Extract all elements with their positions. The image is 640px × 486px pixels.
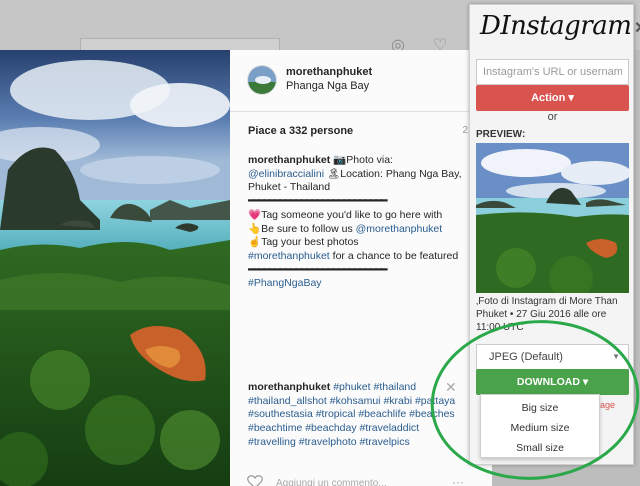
caption-tag-line: 💗Tag someone you'd like to go here with	[248, 208, 443, 221]
size-option-small[interactable]: Small size	[481, 438, 599, 458]
hashtag[interactable]: #beachtime	[248, 422, 302, 434]
hashtag[interactable]: #travelpics	[360, 436, 410, 448]
hashtag[interactable]: #krabi	[383, 395, 412, 407]
caption-best-photos: ☝Tag your best photos	[248, 236, 359, 249]
or-label: or	[547, 111, 558, 123]
hashtag[interactable]: #southestasia	[248, 408, 313, 420]
likes-count[interactable]: Piace a 332 persone	[248, 125, 353, 137]
delete-comment-icon[interactable]: ✕	[445, 379, 457, 396]
like-heart-icon[interactable]	[247, 475, 263, 486]
size-dropdown-menu: Big size Medium size Small size	[480, 394, 600, 458]
caption-follow-mention[interactable]: @morethanphuket	[356, 223, 443, 235]
post-panel: morethanphuket Phanga Nga Bay Piace a 33…	[230, 50, 492, 486]
image-link-text[interactable]: age	[600, 400, 615, 410]
size-option-medium[interactable]: Medium size	[481, 418, 599, 438]
format-select[interactable]: JPEG (Default) ▼	[476, 344, 629, 370]
hashtag[interactable]: #travelphoto	[299, 436, 357, 448]
preview-landscape	[476, 143, 629, 293]
hashtag[interactable]: #beachlife	[358, 408, 406, 420]
download-button[interactable]: DOWNLOAD ▾	[476, 369, 629, 395]
hashtag[interactable]: #thailand	[373, 381, 416, 393]
caption-photo-credit: 📷Photo via:	[333, 154, 393, 166]
hashtag[interactable]: #tropical	[316, 408, 356, 420]
hashtag[interactable]: #kohsamui	[330, 395, 381, 407]
bay-landscape-image	[0, 50, 230, 486]
dinstagram-logo: DInstagram	[480, 11, 632, 41]
format-select-value: JPEG (Default)	[489, 351, 563, 363]
hashtag[interactable]: #phuket	[333, 381, 370, 393]
size-option-big[interactable]: Big size	[481, 398, 599, 418]
chevron-down-icon: ▼	[612, 352, 620, 361]
avatar[interactable]	[247, 65, 277, 95]
post-header: morethanphuket Phanga Nga Bay	[230, 50, 492, 112]
caption-username[interactable]: morethanphuket	[248, 154, 330, 166]
preview-image	[476, 143, 629, 293]
post-photo	[0, 50, 230, 486]
caption-separator: ━━━━━━━━━━━━━━━━━━━━━━━━━━	[248, 195, 387, 208]
close-icon[interactable]: ✕	[634, 18, 640, 38]
hashtag[interactable]: #thailand_allshot	[248, 395, 327, 407]
action-button[interactable]: Action ▾	[476, 85, 629, 111]
post-username[interactable]: morethanphuket	[286, 66, 372, 78]
caption-hashtag-bay[interactable]: #PhangNgaBay	[248, 277, 322, 289]
add-comment-input[interactable]: Aggiungi un commento...	[276, 478, 387, 486]
caption-follow-text: 👆Be sure to follow us	[248, 222, 356, 235]
url-input[interactable]	[476, 59, 629, 85]
instagram-search-box[interactable]	[80, 38, 280, 50]
caption-mention[interactable]: @elinibraccialini	[248, 168, 324, 180]
post-caption: morethanphuket 📷Photo via: @elinibraccia…	[248, 154, 462, 291]
hashtag[interactable]: #beaches	[409, 408, 455, 420]
hashtag[interactable]: #travelling	[248, 436, 296, 448]
screen: ◎ ♡ morethanphuket Phanga Nga Bay Piace …	[0, 0, 640, 486]
preview-caption: ‚Foto di Instagram di More Than Phuket •…	[476, 296, 618, 333]
hashtag[interactable]: #traveladdict	[360, 422, 420, 434]
caption-feature-text: for a chance to be featured	[329, 249, 459, 262]
comment-username[interactable]: morethanphuket	[248, 381, 330, 393]
more-options-icon[interactable]: ···	[452, 475, 464, 486]
post-location[interactable]: Phanga Nga Bay	[286, 80, 369, 92]
caption-hashtag[interactable]: #morethanphuket	[248, 250, 330, 262]
avatar-image	[248, 66, 276, 94]
caption-separator-2: ━━━━━━━━━━━━━━━━━━━━━━━━━━	[248, 263, 387, 276]
preview-label: PREVIEW:	[476, 129, 526, 140]
hashtag[interactable]: #pattaya	[415, 395, 455, 407]
hashtag[interactable]: #beachday	[305, 422, 356, 434]
comment-hashtags: morethanphuket #phuket #thailand #thaila…	[248, 381, 462, 463]
